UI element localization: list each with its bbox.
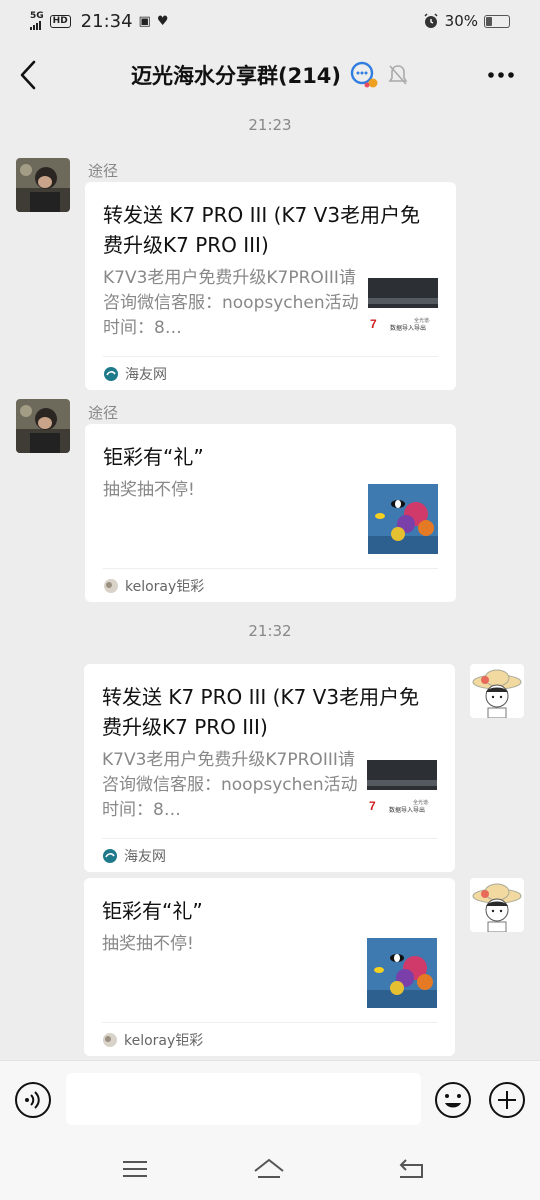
svg-text:7: 7: [369, 799, 376, 813]
avatar[interactable]: [470, 878, 524, 932]
sender-name: 途径: [88, 162, 119, 180]
return-icon[interactable]: [394, 1154, 428, 1184]
voice-icon[interactable]: [14, 1081, 52, 1119]
avatar[interactable]: [16, 399, 70, 453]
card-source: 海友网: [102, 838, 437, 872]
card-thumbnail: [368, 484, 438, 554]
link-card[interactable]: 转发送 K7 PRO III (K7 V3老用户免费升级K7 PRO III) …: [85, 182, 456, 390]
more-icon[interactable]: [486, 60, 516, 90]
alarm-icon: [424, 13, 438, 28]
card-title: 钜彩有“礼”: [103, 445, 204, 469]
timestamp: 21:32: [248, 622, 292, 640]
back-icon[interactable]: [16, 56, 40, 94]
source-name: 海友网: [124, 848, 166, 865]
card-title: 钜彩有“礼”: [102, 899, 203, 923]
source-name: 海友网: [125, 366, 167, 383]
menu-icon[interactable]: [118, 1154, 152, 1184]
add-icon[interactable]: [488, 1081, 526, 1119]
chat-bubble-icon: [350, 61, 378, 88]
card-title: 转发送 K7 PRO III (K7 V3老用户免费升级K7 PRO III): [102, 685, 420, 739]
mute-bell-icon: [388, 65, 408, 85]
chat-header: 迈光海水分享群(214): [0, 42, 540, 108]
card-thumbnail: 7 数据导入导出 全光谱·: [367, 754, 437, 824]
battery-percent: 30%: [444, 12, 478, 30]
home-icon[interactable]: [252, 1154, 286, 1184]
card-source: keloray钜彩: [102, 1022, 437, 1056]
avatar[interactable]: [16, 158, 70, 212]
network-type: 5G: [30, 11, 44, 21]
card-description: 抽奖抽不停!: [103, 480, 195, 500]
sender-name: 途径: [88, 404, 119, 422]
status-time: 21:34: [80, 10, 133, 32]
card-thumbnail: [367, 938, 437, 1008]
signal-icon: [30, 21, 44, 30]
card-thumbnail: 7 数据导入导出 全光谱·: [368, 272, 438, 342]
card-description: K7V3老用户免费升级K7PROIII请咨询微信客服：noopsychen活动时…: [102, 750, 358, 820]
card-description: K7V3老用户免费升级K7PROIII请咨询微信客服：noopsychen活动时…: [103, 268, 359, 338]
site-icon: [103, 848, 117, 863]
svg-text:数据导入导出: 数据导入导出: [390, 324, 426, 332]
network-indicator: 5G: [30, 12, 44, 30]
card-source: keloray钜彩: [103, 568, 438, 602]
site-icon: [103, 1032, 117, 1047]
battery-icon: [484, 14, 510, 28]
status-bar: 5G HD 21:34 ▣ ♥ 30%: [0, 0, 540, 42]
source-name: keloray钜彩: [124, 1032, 204, 1049]
card-description: 抽奖抽不停!: [102, 934, 194, 954]
input-bar: [0, 1060, 540, 1138]
svg-text:7: 7: [370, 317, 377, 331]
timestamp: 21:23: [248, 116, 292, 134]
svg-text:数据导入导出: 数据导入导出: [389, 806, 425, 814]
hd-badge: HD: [49, 14, 71, 28]
site-icon: [104, 366, 118, 381]
source-name: keloray钜彩: [125, 578, 205, 595]
heart-icon: ♥: [156, 13, 169, 29]
svg-text:全光谱·: 全光谱·: [413, 799, 430, 806]
screen-icon: ▣: [138, 13, 151, 29]
link-card[interactable]: 钜彩有“礼” 抽奖抽不停! keloray钜彩: [84, 878, 455, 1056]
chat-area[interactable]: 21:23 途径 转发送 K7 PRO III (K7 V3老用户免费升级K7 …: [0, 108, 540, 1060]
card-source: 海友网: [103, 356, 438, 390]
card-title: 转发送 K7 PRO III (K7 V3老用户免费升级K7 PRO III): [103, 203, 421, 257]
navigation-bar: [0, 1138, 540, 1200]
svg-text:全光谱·: 全光谱·: [414, 317, 431, 324]
link-card[interactable]: 钜彩有“礼” 抽奖抽不停! keloray钜彩: [85, 424, 456, 602]
link-card[interactable]: 转发送 K7 PRO III (K7 V3老用户免费升级K7 PRO III) …: [84, 664, 455, 872]
message-input[interactable]: [66, 1073, 421, 1125]
site-icon: [104, 578, 118, 593]
chat-title: 迈光海水分享群(214): [130, 64, 342, 88]
avatar[interactable]: [470, 664, 524, 718]
emoji-icon[interactable]: [434, 1081, 472, 1119]
